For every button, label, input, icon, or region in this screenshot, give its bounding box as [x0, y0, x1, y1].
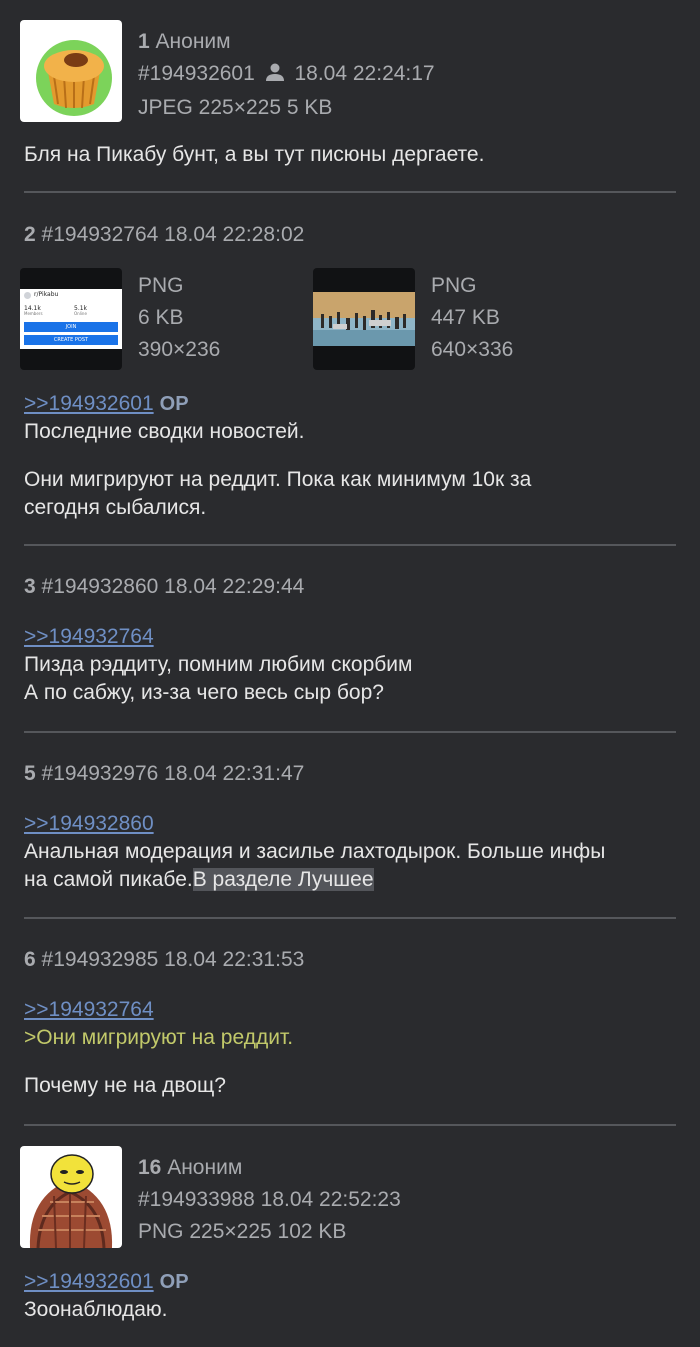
- post-text-line: на самой пикабе.: [24, 868, 193, 891]
- post-3-body: >>194932764 Пизда рэддиту, помним любим …: [24, 623, 676, 707]
- post-date: 18.04 22:29:44: [164, 575, 305, 598]
- post-text-line: Пизда рэддиту, помним любим скорбим: [24, 653, 413, 676]
- create-post-button: CREATE POST: [24, 335, 118, 345]
- post-6-header: 6 #194932985 18.04 22:31:53: [24, 944, 676, 975]
- muffin-image: [36, 40, 112, 116]
- op-badge: OP: [159, 393, 189, 415]
- file-info: PNG 225×225 102 KB: [138, 1220, 347, 1243]
- post-text-line: Почему не на двощ?: [24, 1074, 226, 1097]
- divider: [24, 731, 676, 733]
- members-label: Members: [24, 311, 43, 316]
- subreddit-name: r/Pikabu: [34, 291, 59, 298]
- post-date: 18.04 22:28:02: [164, 223, 305, 246]
- reply-link[interactable]: >>194932601: [24, 392, 154, 415]
- post-16-thumbnail[interactable]: [20, 1146, 122, 1248]
- post-date: 18.04 22:31:53: [164, 948, 305, 971]
- post-id[interactable]: #194932601: [138, 62, 255, 85]
- post-id[interactable]: #194933988: [138, 1188, 255, 1211]
- post-5-header: 5 #194932976 18.04 22:31:47: [24, 758, 676, 789]
- divider: [24, 544, 676, 546]
- crowd-beach-image: [313, 292, 415, 346]
- author-name: Аноним: [167, 1156, 243, 1179]
- file-type: PNG: [138, 274, 184, 297]
- post-16-meta: 16 Аноним #194933988 18.04 22:52:23 PNG …: [138, 1152, 401, 1248]
- divider: [24, 917, 676, 919]
- post-text-line: Зоонаблюдаю.: [24, 1298, 168, 1321]
- reply-link[interactable]: >>194932764: [24, 998, 154, 1021]
- post-text-line: Последние сводки новостей.: [24, 420, 305, 443]
- file-type: PNG: [431, 274, 477, 297]
- post-2-file-2-thumbnail[interactable]: [313, 268, 415, 370]
- post-date: 18.04 22:31:47: [164, 762, 305, 785]
- post-id[interactable]: #194932985: [42, 948, 159, 971]
- post-id[interactable]: #194932764: [42, 223, 159, 246]
- selected-text[interactable]: В разделе Лучшее: [192, 868, 374, 891]
- post-2-file-2-meta: PNG 447 KB 640×336: [431, 270, 513, 366]
- reply-link[interactable]: >>194932764: [24, 625, 154, 648]
- post-number[interactable]: 16: [138, 1156, 161, 1179]
- author-name: Аноним: [155, 30, 231, 53]
- post-2-body: >>194932601 OP Последние сводки новостей.…: [24, 390, 676, 522]
- post-3-header: 3 #194932860 18.04 22:29:44: [24, 571, 676, 602]
- post-text-line: Они мигрируют на реддит. Пока как миниму…: [24, 468, 532, 491]
- join-button: JOIN: [24, 322, 118, 332]
- post-text-line: Анальная модерация и засилье лахтодырок.…: [24, 840, 606, 863]
- post-2-file-1-thumbnail[interactable]: r/Pikabu 14.1k Members 5.1k Online JOIN …: [20, 268, 122, 370]
- post-text-line: А по сабжу, из-за чего весь сыр бор?: [24, 681, 384, 704]
- post-2-header: 2 #194932764 18.04 22:28:02: [24, 219, 676, 250]
- post-text-line: сегодня сыбалися.: [24, 496, 207, 519]
- blanket-face-image: [29, 1154, 113, 1248]
- person-icon: [265, 60, 285, 92]
- post-5-body: >>194932860 Анальная модерация и засилье…: [24, 810, 676, 894]
- op-badge: OP: [159, 1271, 189, 1293]
- file-size: 447 KB: [431, 306, 500, 329]
- post-number[interactable]: 3: [24, 575, 36, 598]
- post-id[interactable]: #194932860: [42, 575, 159, 598]
- post-1-text: Бля на Пикабу бунт, а вы тут писюны дерг…: [24, 143, 485, 166]
- post-1-thumbnail[interactable]: [20, 20, 122, 122]
- post-1-meta: 1 Аноним #194932601 18.04 22:24:17 JPEG …: [138, 26, 435, 124]
- post-2-file-1-meta: PNG 6 KB 390×236: [138, 270, 220, 366]
- file-size: 6 KB: [138, 306, 184, 329]
- post-16-body: >>194932601 OP Зоонаблюдаю.: [24, 1268, 676, 1324]
- reply-link[interactable]: >>194932601: [24, 1270, 154, 1293]
- divider: [24, 191, 676, 193]
- post-number[interactable]: 2: [24, 223, 36, 246]
- divider: [24, 1124, 676, 1126]
- reply-link[interactable]: >>194932860: [24, 812, 154, 835]
- file-info: JPEG 225×225 5 KB: [138, 96, 333, 119]
- post-id[interactable]: #194932976: [42, 762, 159, 785]
- greentext-quote: >Они мигрируют на реддит.: [24, 1026, 294, 1049]
- file-dimensions: 390×236: [138, 338, 221, 361]
- post-number[interactable]: 6: [24, 948, 36, 971]
- post-number[interactable]: 5: [24, 762, 36, 785]
- post-number[interactable]: 1: [138, 30, 150, 53]
- reddit-screenshot-image: r/Pikabu 14.1k Members 5.1k Online JOIN …: [20, 289, 122, 349]
- online-label: Online: [74, 311, 87, 316]
- post-date: 18.04 22:52:23: [260, 1188, 401, 1211]
- post-6-body: >>194932764 >Они мигрируют на реддит. По…: [24, 996, 676, 1100]
- post-date: 18.04 22:24:17: [294, 62, 435, 85]
- file-dimensions: 640×336: [431, 338, 514, 361]
